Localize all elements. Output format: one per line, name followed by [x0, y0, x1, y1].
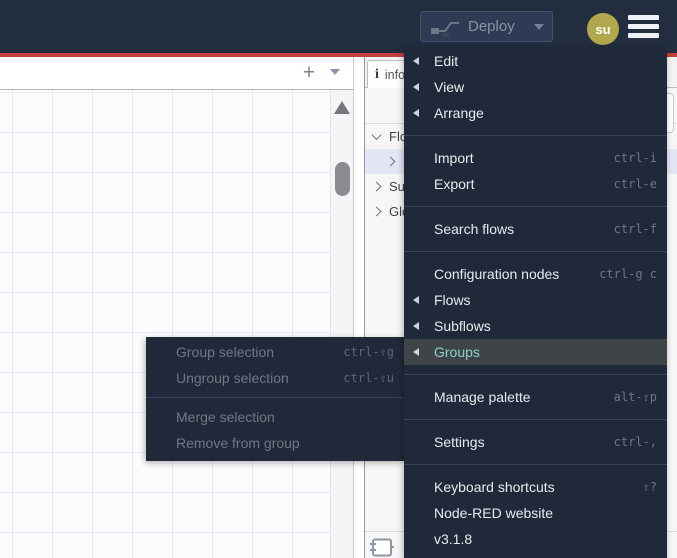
menu-item-shortcut: ctrl-g c: [599, 267, 657, 281]
main-menu: Edit View Arrange Import ctrl-i Export c…: [404, 47, 667, 558]
sidebar-splitter[interactable]: [353, 57, 364, 558]
groups-submenu: Group selection ctrl-⇧g Ungroup selectio…: [146, 337, 404, 461]
submenu-arrow-left-icon: [413, 296, 419, 304]
deploy-options-caret-icon[interactable]: [534, 23, 544, 30]
menu-item-groups[interactable]: Groups: [404, 339, 667, 365]
user-avatar[interactable]: su: [587, 13, 619, 45]
menu-item-label: v3.1.8: [434, 531, 473, 547]
menu-item-shortcut: alt-⇧p: [613, 390, 657, 404]
menu-item-shortcut: ctrl-⇧g: [343, 345, 394, 359]
tab-info-label: info: [384, 67, 406, 82]
menu-item-label: Groups: [434, 344, 480, 360]
scroll-up-arrow-icon[interactable]: [334, 101, 350, 114]
submenu-arrow-left-icon: [413, 109, 419, 117]
menu-item-view[interactable]: View: [404, 74, 667, 100]
menu-item-label: Remove from group: [176, 435, 300, 451]
menu-item-label: View: [434, 79, 465, 95]
menu-item-label: Export: [434, 176, 475, 192]
canvas-vertical-scrollbar[interactable]: [330, 90, 353, 558]
menu-item-ungroup-selection[interactable]: Ungroup selection ctrl-⇧u: [146, 365, 404, 391]
submenu-arrow-left-icon: [413, 83, 419, 91]
menu-item-label: Ungroup selection: [176, 370, 289, 386]
menu-item-label: Manage palette: [434, 389, 531, 405]
menu-item-label: Node-RED website: [434, 505, 554, 521]
hamburger-icon-bar: [628, 15, 659, 20]
menu-item-flows[interactable]: Flows: [404, 287, 667, 313]
hamburger-icon-bar: [628, 33, 659, 38]
deploy-button[interactable]: Deploy: [420, 11, 553, 42]
menu-item-label: Configuration nodes: [434, 266, 560, 282]
scrollbar-thumb[interactable]: [335, 162, 350, 196]
menu-separator: [404, 135, 667, 136]
flow-list-caret-icon[interactable]: [330, 69, 340, 75]
deploy-button-label: Deploy: [468, 18, 515, 35]
menu-item-export[interactable]: Export ctrl-e: [404, 171, 667, 197]
flow-tab-bar: +: [0, 57, 353, 90]
menu-item-label: Settings: [434, 434, 485, 450]
app-header: Deploy su: [0, 0, 677, 53]
menu-separator: [146, 397, 404, 398]
menu-item-edit[interactable]: Edit: [404, 48, 667, 74]
menu-item-label: Flows: [434, 292, 471, 308]
menu-item-shortcut: ctrl-f: [613, 222, 657, 236]
menu-item-shortcut: ctrl-,: [613, 435, 657, 449]
menu-item-shortcut: ctrl-i: [613, 151, 657, 165]
menu-item-version[interactable]: v3.1.8: [404, 526, 667, 552]
menu-item-nodered-website[interactable]: Node-RED website: [404, 500, 667, 526]
menu-item-manage-palette[interactable]: Manage palette alt-⇧p: [404, 384, 667, 410]
menu-item-configuration-nodes[interactable]: Configuration nodes ctrl-g c: [404, 261, 667, 287]
menu-item-label: Merge selection: [176, 409, 275, 425]
menu-item-label: Import: [434, 150, 474, 166]
menu-item-shortcut: ctrl-⇧u: [343, 371, 394, 385]
menu-item-arrange[interactable]: Arrange: [404, 100, 667, 126]
menu-item-subflows[interactable]: Subflows: [404, 313, 667, 339]
menu-item-merge-selection[interactable]: Merge selection: [146, 404, 404, 430]
chevron-right-icon[interactable]: [371, 206, 382, 217]
menu-item-import[interactable]: Import ctrl-i: [404, 145, 667, 171]
menu-item-label: Edit: [434, 53, 459, 69]
menu-separator: [404, 464, 667, 465]
menu-item-label: Arrange: [434, 105, 484, 121]
deploy-icon: [430, 17, 460, 37]
menu-item-label: Keyboard shortcuts: [434, 479, 555, 495]
menu-item-label: Search flows: [434, 221, 515, 237]
chevron-right-icon[interactable]: [371, 181, 382, 192]
menu-item-label: Group selection: [176, 344, 275, 360]
menu-item-search-flows[interactable]: Search flows ctrl-f: [404, 216, 667, 242]
add-flow-button[interactable]: +: [296, 59, 322, 87]
chevron-down-icon[interactable]: [371, 130, 382, 141]
menu-separator: [404, 251, 667, 252]
flow-icon: [370, 538, 394, 558]
flow-canvas[interactable]: [0, 90, 353, 558]
menu-item-shortcut: ⇧?: [642, 480, 657, 494]
chevron-right-icon[interactable]: [385, 156, 396, 167]
menu-item-label: Subflows: [434, 318, 491, 334]
info-icon: i: [375, 66, 379, 82]
menu-item-shortcut: ctrl-e: [613, 177, 657, 191]
main-menu-button[interactable]: [628, 14, 659, 40]
menu-separator: [404, 419, 667, 420]
menu-item-settings[interactable]: Settings ctrl-,: [404, 429, 667, 455]
submenu-arrow-left-icon: [413, 348, 419, 356]
menu-item-keyboard-shortcuts[interactable]: Keyboard shortcuts ⇧?: [404, 474, 667, 500]
menu-separator: [404, 206, 667, 207]
submenu-arrow-left-icon: [413, 322, 419, 330]
menu-item-group-selection[interactable]: Group selection ctrl-⇧g: [146, 339, 404, 365]
menu-item-remove-from-group[interactable]: Remove from group: [146, 430, 404, 456]
hamburger-icon-bar: [628, 24, 659, 29]
menu-separator: [404, 374, 667, 375]
submenu-arrow-left-icon: [413, 57, 419, 65]
